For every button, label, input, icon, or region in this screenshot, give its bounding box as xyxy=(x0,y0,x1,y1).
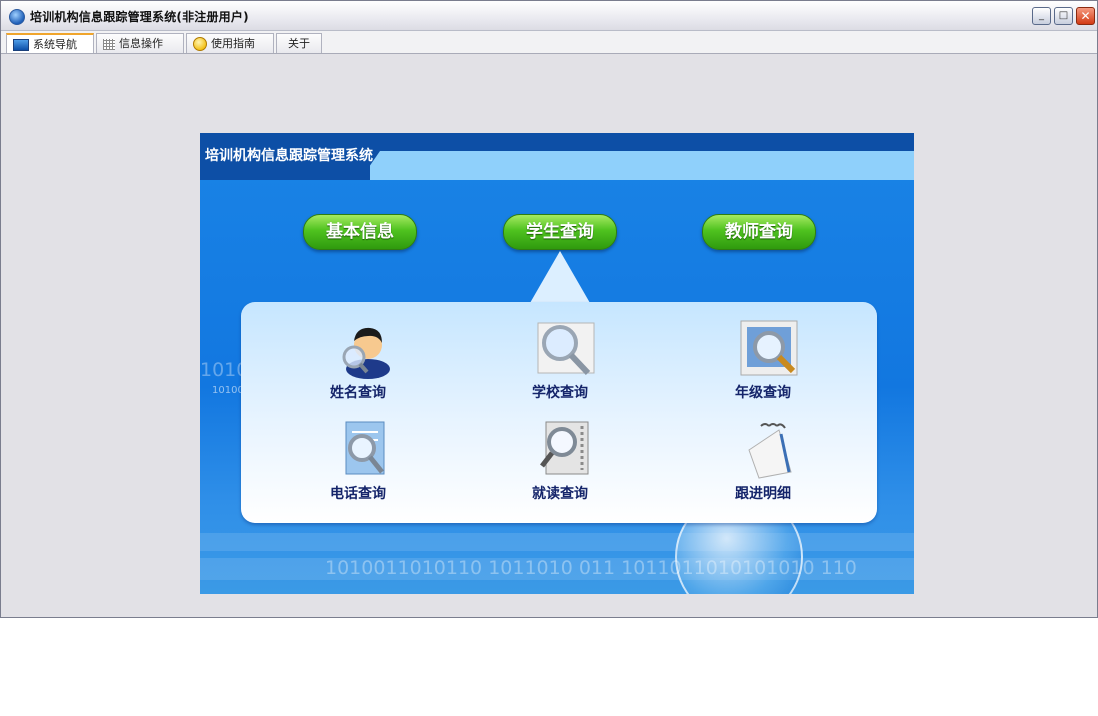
menu-item-label: 就读查询 xyxy=(532,486,588,502)
tab-bar: 系统导航 信息操作 使用指南 关于 xyxy=(1,31,1097,54)
tab-about[interactable]: 关于 xyxy=(276,33,322,53)
tab-user-guide[interactable]: 使用指南 xyxy=(186,33,274,53)
teacher-query-button[interactable]: 教师查询 xyxy=(702,214,816,250)
menu-item-label: 学校查询 xyxy=(532,385,588,401)
document-search-icon xyxy=(345,421,385,475)
callout-pointer xyxy=(530,251,590,303)
menu-item-label: 电话查询 xyxy=(330,486,386,502)
panel-header: 培训机构信息跟踪管理系统 xyxy=(200,133,914,180)
help-icon xyxy=(193,37,207,51)
header-stripe xyxy=(370,151,914,180)
tab-label: 系统导航 xyxy=(33,38,77,51)
maximize-button[interactable]: □ xyxy=(1054,7,1073,25)
minimize-button[interactable]: _ xyxy=(1032,7,1051,25)
student-query-button[interactable]: 学生查询 xyxy=(503,214,617,250)
basic-info-button[interactable]: 基本信息 xyxy=(303,214,417,250)
magnifier-icon xyxy=(537,322,595,376)
menu-item-label: 姓名查询 xyxy=(330,385,386,401)
follow-up-details-item[interactable]: 跟进明细 xyxy=(703,420,823,512)
school-query-item[interactable]: 学校查询 xyxy=(500,319,620,411)
picture-search-icon xyxy=(740,320,798,376)
menu-item-label: 年级查询 xyxy=(735,385,791,401)
panel-title: 培训机构信息跟踪管理系统 xyxy=(205,148,373,164)
student-query-menu: 姓名查询 学校查询 年级查询 电话查询 就读查询 跟进明细 xyxy=(241,302,877,523)
enrollment-query-item[interactable]: 就读查询 xyxy=(500,420,620,512)
window-title: 培训机构信息跟踪管理系统(非注册用户) xyxy=(30,10,249,24)
close-button[interactable]: ✕ xyxy=(1076,7,1095,25)
tab-label: 关于 xyxy=(288,37,310,50)
navigation-panel: 1010011010110 1011010 011 10110110101010… xyxy=(200,133,914,594)
tab-system-navigation[interactable]: 系统导航 xyxy=(6,33,94,53)
scroll-search-icon xyxy=(540,421,589,475)
binary-background-text: 10100 xyxy=(212,385,244,396)
tab-info-operations[interactable]: 信息操作 xyxy=(96,33,184,53)
tab-label: 信息操作 xyxy=(119,37,163,50)
monitor-icon xyxy=(13,39,29,51)
name-query-item[interactable]: 姓名查询 xyxy=(298,319,418,411)
notepad-icon xyxy=(748,423,792,479)
grade-query-item[interactable]: 年级查询 xyxy=(703,319,823,411)
title-bar[interactable]: 培训机构信息跟踪管理系统(非注册用户) _ □ ✕ xyxy=(1,1,1097,31)
phone-query-item[interactable]: 电话查询 xyxy=(298,420,418,512)
menu-item-label: 跟进明细 xyxy=(735,486,791,502)
background-band xyxy=(200,533,914,551)
tab-label: 使用指南 xyxy=(211,37,255,50)
person-search-icon xyxy=(342,327,390,379)
app-logo-icon xyxy=(9,9,25,25)
grid-icon xyxy=(103,38,115,50)
binary-background-text: 1010011010110 1011010 011 10110110101010… xyxy=(325,557,857,579)
